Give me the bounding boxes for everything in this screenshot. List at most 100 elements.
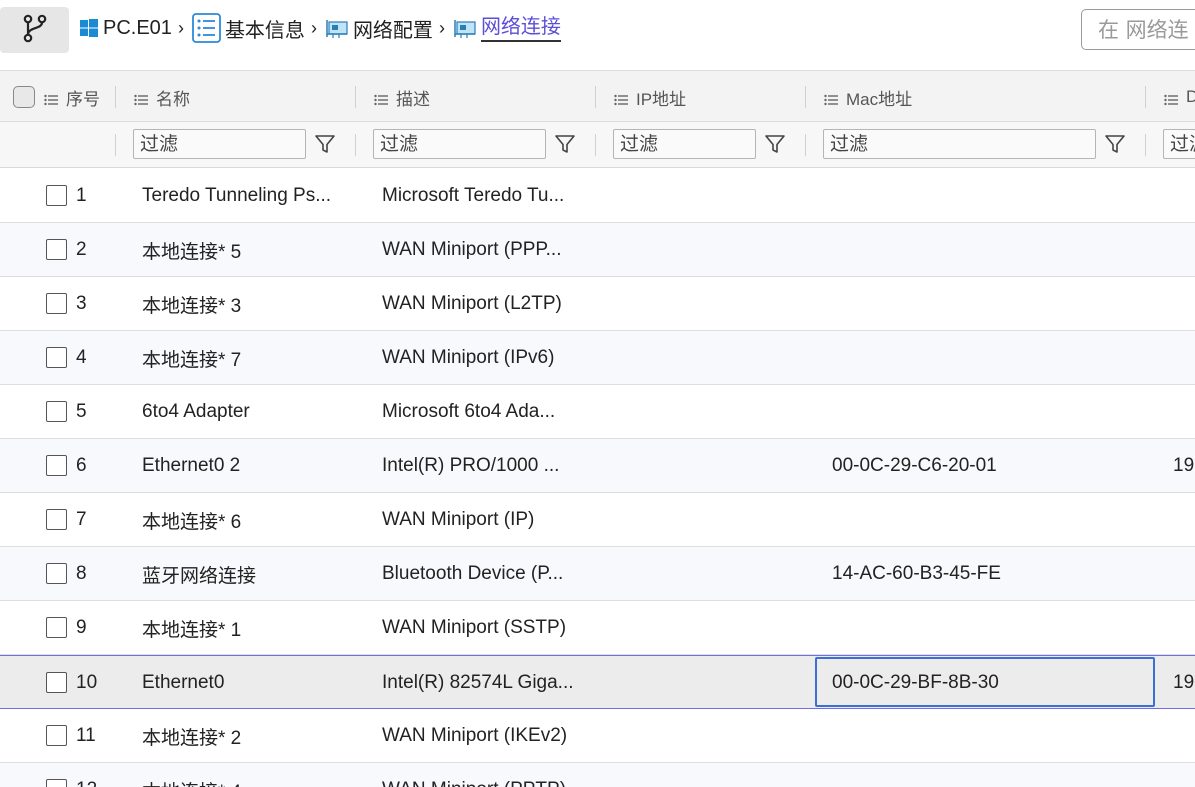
filter-input-name[interactable]: [133, 129, 306, 159]
table-row[interactable]: 4 本地连接* 7 WAN Miniport (IPv6): [0, 331, 1195, 385]
column-menu-icon: [614, 91, 628, 106]
breadcrumb-item-basic-info[interactable]: 基本信息: [192, 13, 305, 43]
select-all-checkbox[interactable]: [13, 86, 35, 108]
filter-icon[interactable]: [313, 132, 337, 156]
row-checkbox[interactable]: [46, 672, 67, 693]
cell-extra: [1173, 547, 1195, 601]
cell-description: WAN Miniport (PPP...: [382, 239, 562, 260]
column-label: Mac地址: [846, 89, 913, 109]
column-divider[interactable]: [595, 86, 596, 108]
cell-index: 9: [76, 617, 87, 638]
cell-description: WAN Miniport (SSTP): [382, 617, 567, 638]
cell-extra: 19: [1173, 455, 1195, 476]
column-divider: [595, 134, 596, 156]
table-row[interactable]: 12 本地连接* 4 WAN Miniport (PPTP): [0, 763, 1195, 787]
cell-name: 本地连接* 7: [142, 349, 242, 371]
row-checkbox[interactable]: [46, 563, 67, 584]
filter-input-extra[interactable]: [1163, 129, 1195, 159]
cell-name: 6to4 Adapter: [142, 401, 250, 422]
column-divider[interactable]: [115, 86, 116, 108]
cell-description: Intel(R) PRO/1000 ...: [382, 455, 560, 476]
cell-description: WAN Miniport (L2TP): [382, 293, 562, 314]
cell-description: Microsoft 6to4 Ada...: [382, 401, 556, 422]
cell-ip: [622, 223, 802, 277]
filter-input-description[interactable]: [373, 129, 546, 159]
table-row[interactable]: 1 Teredo Tunneling Ps... Microsoft Teredo …: [0, 169, 1195, 223]
column-header-extra[interactable]: D: [1164, 71, 1195, 123]
focused-cell-outline[interactable]: [815, 657, 1155, 707]
cell-extra: [1173, 331, 1195, 385]
cell-extra: [1173, 601, 1195, 655]
table-row[interactable]: 3 本地连接* 3 WAN Miniport (L2TP): [0, 277, 1195, 331]
row-checkbox[interactable]: [46, 185, 67, 206]
column-menu-icon: [374, 91, 388, 106]
cell-extra: [1173, 169, 1195, 223]
network-card-icon: [325, 17, 349, 39]
filter-icon[interactable]: [553, 132, 577, 156]
cell-index: 2: [76, 239, 87, 260]
cell-ip: [622, 656, 802, 710]
row-checkbox[interactable]: [46, 509, 67, 530]
table-row[interactable]: 11 本地连接* 2 WAN Miniport (IKEv2): [0, 709, 1195, 763]
cell-description: Bluetooth Device (P...: [382, 563, 564, 584]
table-row[interactable]: 2 本地连接* 5 WAN Miniport (PPP...: [0, 223, 1195, 277]
chevron-right-icon: ›: [177, 17, 184, 38]
breadcrumb: PC.E01 › 基本信息 › 网络配置 › 网络连接: [79, 8, 561, 48]
column-divider[interactable]: [1145, 86, 1146, 108]
cell-description: Intel(R) 82574L Giga...: [382, 672, 574, 693]
column-menu-icon: [1164, 91, 1178, 106]
row-checkbox[interactable]: [46, 347, 67, 368]
table-row[interactable]: 8 蓝牙网络连接 Bluetooth Device (P... 14-AC-60-B3…: [0, 547, 1195, 601]
cell-ip: [622, 331, 802, 385]
filter-icon[interactable]: [763, 132, 787, 156]
column-header-index[interactable]: 序号: [44, 71, 114, 123]
column-label: 序号: [66, 89, 100, 109]
cell-extra: [1173, 763, 1195, 787]
row-checkbox[interactable]: [46, 617, 67, 638]
breadcrumb-item-network-connections[interactable]: 网络连接: [453, 14, 561, 42]
table-row[interactable]: 5 6to4 Adapter Microsoft 6to4 Ada...: [0, 385, 1195, 439]
cell-name: 本地连接* 3: [142, 295, 242, 317]
row-checkbox[interactable]: [46, 293, 67, 314]
filter-input-ip[interactable]: [613, 129, 756, 159]
column-divider[interactable]: [805, 86, 806, 108]
cell-extra: [1173, 493, 1195, 547]
search-input[interactable]: [1081, 9, 1195, 50]
cell-mac: 14-AC-60-B3-45-FE: [832, 563, 1001, 584]
row-checkbox[interactable]: [46, 455, 67, 476]
column-header-description[interactable]: 描述: [374, 71, 589, 123]
column-label: 名称: [156, 89, 190, 109]
row-checkbox[interactable]: [46, 239, 67, 260]
cell-index: 6: [76, 455, 87, 476]
filter-icon[interactable]: [1103, 132, 1127, 156]
breadcrumb-item-pc[interactable]: PC.E01: [79, 17, 172, 40]
table-row[interactable]: 7 本地连接* 6 WAN Miniport (IP): [0, 493, 1195, 547]
cell-mac: [832, 709, 1132, 763]
row-checkbox[interactable]: [46, 725, 67, 746]
table-row[interactable]: 9 本地连接* 1 WAN Miniport (SSTP): [0, 601, 1195, 655]
cell-description: WAN Miniport (IP): [382, 509, 535, 530]
cell-description: Microsoft Teredo Tu...: [382, 185, 565, 206]
table-row[interactable]: 6 Ethernet0 2 Intel(R) PRO/1000 ... 00-0C-2…: [0, 439, 1195, 493]
column-label: 描述: [396, 89, 430, 109]
cell-extra: 19: [1173, 672, 1195, 693]
chevron-right-icon: ›: [310, 17, 317, 38]
branch-icon: [23, 13, 47, 48]
breadcrumb-item-network-config[interactable]: 网络配置: [325, 14, 433, 43]
cell-ip: [622, 763, 802, 787]
cell-extra: [1173, 277, 1195, 331]
column-menu-icon: [824, 91, 838, 106]
cell-name: 本地连接* 6: [142, 511, 242, 533]
column-header-ip[interactable]: IP地址: [614, 71, 799, 123]
column-divider[interactable]: [355, 86, 356, 108]
branch-button[interactable]: [0, 7, 69, 53]
cell-ip: [622, 601, 802, 655]
cell-index: 1: [76, 185, 87, 206]
column-menu-icon: [44, 91, 58, 106]
row-checkbox[interactable]: [46, 401, 67, 422]
column-header-name[interactable]: 名称: [134, 71, 349, 123]
filter-input-mac[interactable]: [823, 129, 1096, 159]
row-checkbox[interactable]: [46, 779, 67, 787]
table-row[interactable]: 10 Ethernet0 Intel(R) 82574L Giga... 00-0C-…: [0, 655, 1195, 709]
column-header-mac[interactable]: Mac地址: [824, 71, 1134, 123]
